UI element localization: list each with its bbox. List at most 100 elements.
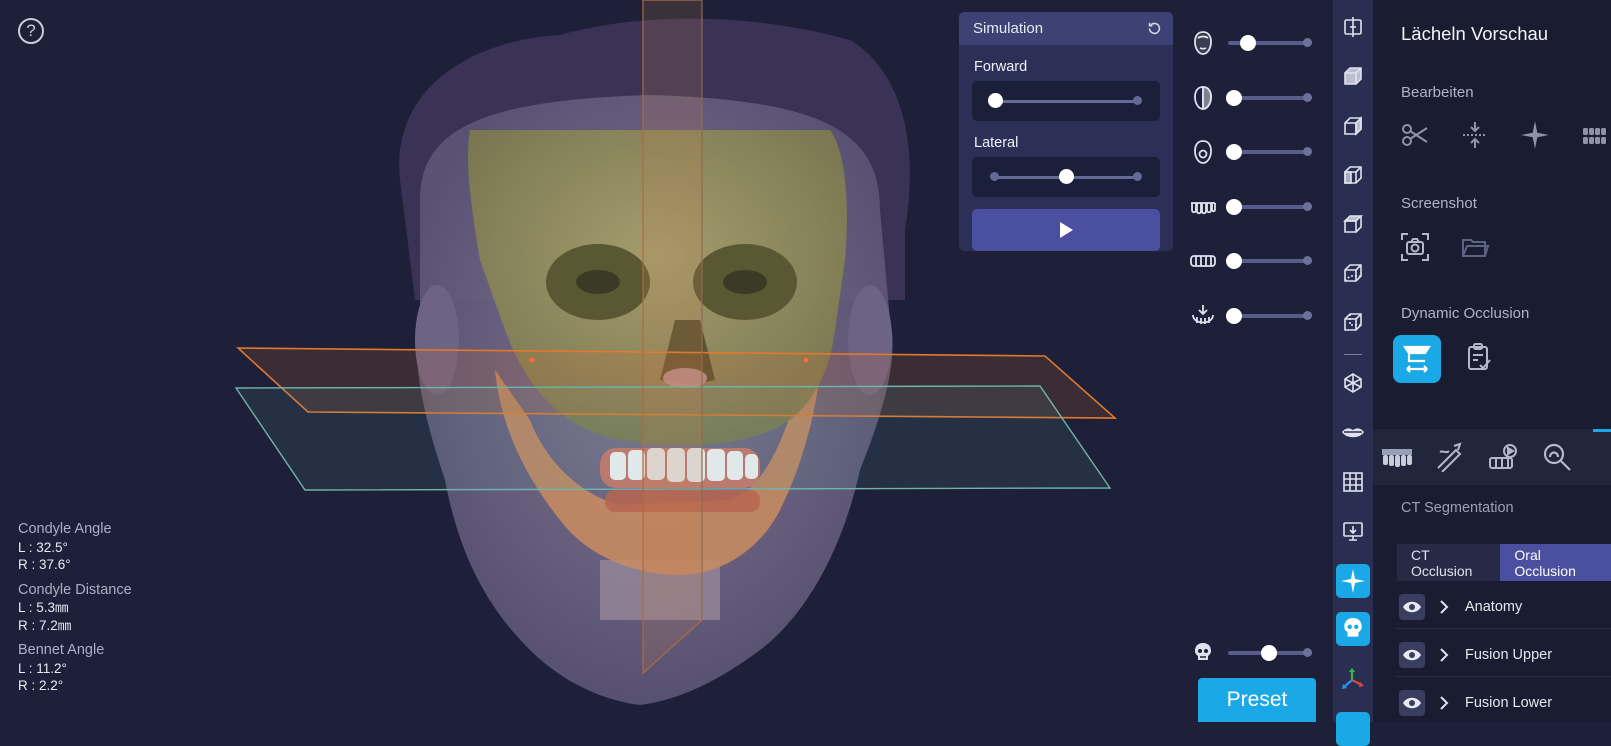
view-toolbar bbox=[1333, 0, 1373, 746]
teeth-arch-button[interactable] bbox=[1573, 113, 1611, 157]
axes-button[interactable] bbox=[1336, 662, 1370, 696]
sagittal-plane[interactable] bbox=[642, 0, 703, 675]
tab-pen[interactable] bbox=[1429, 437, 1469, 477]
preset-button[interactable]: Preset bbox=[1198, 678, 1316, 722]
visibility-slider[interactable] bbox=[1226, 83, 1312, 113]
bennet-angle-left: L : 11.2° bbox=[18, 660, 67, 676]
grid-button[interactable] bbox=[1336, 465, 1370, 499]
visibility-slider-knob[interactable] bbox=[1240, 35, 1256, 51]
teeth-row-icon bbox=[1382, 449, 1412, 467]
chevron-right-icon bbox=[1440, 600, 1449, 614]
help-button[interactable]: ? bbox=[18, 18, 44, 44]
condyle-angle-left: L : 32.5° bbox=[18, 539, 68, 555]
simulation-header: Simulation bbox=[959, 12, 1173, 45]
monitor-icon bbox=[1343, 522, 1363, 541]
simulation-panel: Simulation Forward Lateral bbox=[959, 12, 1173, 251]
axes-icon bbox=[1342, 668, 1364, 689]
cube-bottom-button[interactable] bbox=[1336, 256, 1370, 290]
3d-viewport[interactable]: ? Condyle Angle L : 32.5° R : 37.6° Cond… bbox=[0, 0, 1340, 722]
visibility-slider-knob[interactable] bbox=[1226, 307, 1242, 324]
transform-button[interactable] bbox=[1336, 366, 1370, 400]
monitor-button[interactable] bbox=[1336, 514, 1370, 548]
visibility-slider[interactable] bbox=[1226, 137, 1312, 167]
visibility-slider[interactable] bbox=[1226, 192, 1312, 222]
tab-teeth-play[interactable] bbox=[1483, 437, 1523, 477]
cube-back-button[interactable] bbox=[1336, 305, 1370, 339]
right-eye bbox=[723, 270, 767, 294]
cut-button[interactable] bbox=[1393, 113, 1437, 157]
landmark-left[interactable] bbox=[529, 357, 535, 363]
magnify-tooth-icon bbox=[1543, 443, 1571, 471]
help-icon: ? bbox=[26, 21, 36, 40]
tab-teeth[interactable] bbox=[1377, 437, 1417, 477]
teeth-arch-icon bbox=[1583, 128, 1606, 144]
tree-item-fusion-upper[interactable]: Fusion Upper bbox=[1397, 634, 1611, 677]
cube-top-button[interactable] bbox=[1336, 207, 1370, 241]
visibility-slider[interactable] bbox=[1226, 28, 1312, 58]
lateral-slider[interactable] bbox=[972, 157, 1160, 197]
visibility-toggle[interactable] bbox=[1399, 594, 1425, 620]
occlusion-report-button[interactable] bbox=[1457, 335, 1501, 379]
visibility-slider-row bbox=[1188, 28, 1312, 58]
visibility-slider-row bbox=[1188, 137, 1312, 167]
dynamic-occlusion-button[interactable] bbox=[1393, 335, 1441, 383]
expand-toggle[interactable] bbox=[1439, 600, 1453, 614]
sparkle-edit-button[interactable] bbox=[1513, 113, 1557, 157]
screenshot-tools bbox=[1393, 225, 1497, 269]
expand-toggle[interactable] bbox=[1439, 648, 1453, 662]
skull-icon bbox=[1344, 618, 1362, 637]
cube-bottom-icon bbox=[1344, 264, 1362, 282]
skull-opacity-slider[interactable] bbox=[1226, 638, 1312, 668]
visibility-slider-knob[interactable] bbox=[1226, 89, 1242, 106]
visibility-toggle[interactable] bbox=[1399, 642, 1425, 668]
play-icon bbox=[1060, 222, 1073, 238]
skull-view-button[interactable] bbox=[1336, 612, 1370, 646]
forward-label: Forward bbox=[974, 59, 1028, 75]
cube-right-icon bbox=[1344, 116, 1362, 136]
lips-icon bbox=[1342, 428, 1364, 438]
condyle-angle-right: R : 37.6° bbox=[18, 557, 71, 572]
sparkle-button[interactable] bbox=[1336, 564, 1370, 598]
landmark-right[interactable] bbox=[803, 357, 809, 363]
visibility-slider[interactable] bbox=[1226, 301, 1312, 331]
visibility-slider-row bbox=[1188, 301, 1312, 331]
cube-right-button[interactable] bbox=[1336, 109, 1370, 143]
visibility-slider[interactable] bbox=[1226, 246, 1312, 276]
tree-item-anatomy[interactable]: Anatomy bbox=[1397, 586, 1611, 629]
face-skin-icon bbox=[1188, 137, 1218, 167]
visibility-slider-knob[interactable] bbox=[1226, 253, 1242, 269]
reset-icon[interactable] bbox=[1146, 20, 1163, 37]
skull-icon bbox=[1188, 638, 1218, 668]
tree-item-label: Anatomy bbox=[1465, 599, 1523, 615]
split-view-button[interactable] bbox=[1336, 10, 1370, 44]
upper-teeth-icon bbox=[1188, 192, 1218, 222]
visibility-toggle[interactable] bbox=[1399, 690, 1425, 716]
chevron-right-icon bbox=[1440, 696, 1449, 710]
tab-ct-occlusion[interactable]: CT Occlusion bbox=[1397, 544, 1501, 581]
extra-tool-button[interactable] bbox=[1336, 712, 1370, 746]
cube-front-button[interactable] bbox=[1336, 59, 1370, 93]
eye-icon bbox=[1403, 649, 1421, 661]
open-folder-button[interactable] bbox=[1453, 225, 1497, 269]
visibility-slider-knob[interactable] bbox=[1226, 198, 1242, 215]
visibility-slider-knob[interactable] bbox=[1226, 144, 1242, 160]
lips-button[interactable] bbox=[1336, 416, 1370, 450]
tree-item-fusion-lower[interactable]: Fusion Lower bbox=[1397, 682, 1611, 722]
lateral-slider-knob[interactable] bbox=[1058, 169, 1074, 184]
forward-slider-knob[interactable] bbox=[988, 93, 1003, 108]
tab-oral-occlusion[interactable]: Oral Occlusion bbox=[1500, 544, 1611, 581]
expand-toggle[interactable] bbox=[1439, 696, 1453, 710]
cube-left-button[interactable] bbox=[1336, 158, 1370, 192]
play-button[interactable] bbox=[972, 209, 1160, 251]
capture-screenshot-button[interactable] bbox=[1393, 225, 1437, 269]
measurement-readout: Condyle Angle L : 32.5° R : 37.6° Condyl… bbox=[18, 521, 132, 695]
panel-tab-bar bbox=[1373, 429, 1611, 485]
compress-button[interactable] bbox=[1453, 113, 1497, 157]
visibility-slider-row bbox=[1188, 83, 1312, 113]
skull-opacity-knob[interactable] bbox=[1261, 645, 1277, 661]
compress-icon bbox=[1463, 122, 1487, 148]
condyle-distance-left: L : 5.3㎜ bbox=[18, 600, 69, 615]
bennet-angle-right: R : 2.2° bbox=[18, 678, 64, 693]
tab-search[interactable] bbox=[1537, 437, 1577, 477]
forward-slider[interactable] bbox=[972, 81, 1160, 121]
